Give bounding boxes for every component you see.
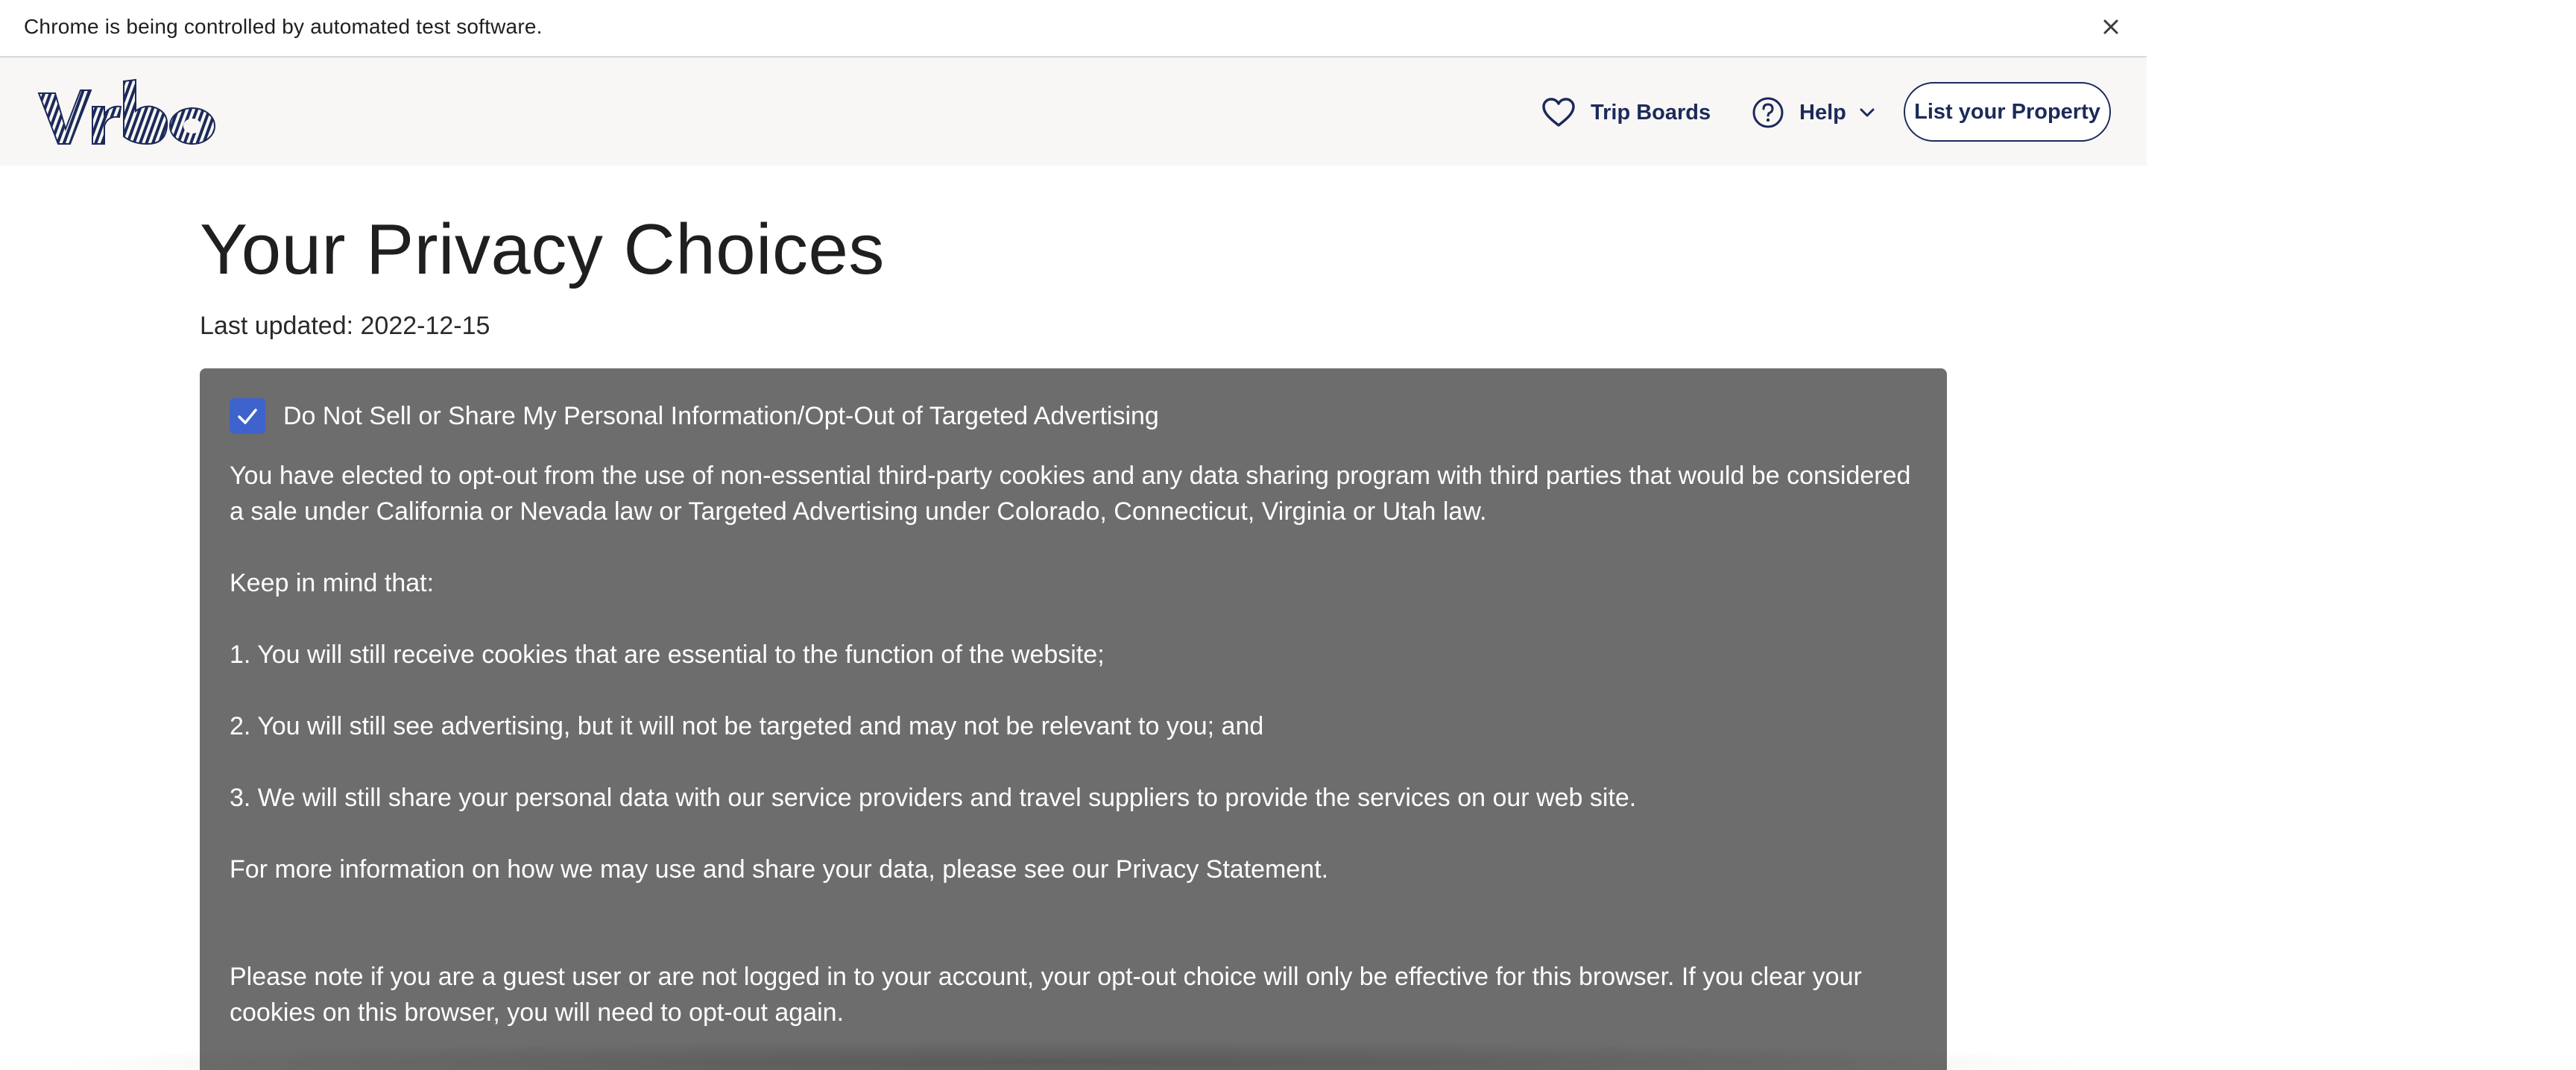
more-information-text: For more information on how we may use a… (230, 852, 1914, 887)
note-item-2: 2. You will still see advertising, but i… (230, 712, 1264, 740)
note-item-1: 1. You will still receive cookies that a… (230, 641, 1105, 669)
opt-out-checkbox-label: Do Not Sell or Share My Personal Informa… (283, 401, 1159, 430)
list-your-property-button[interactable]: List your Property (1904, 82, 2111, 142)
infobar-message: Chrome is being controlled by automated … (24, 15, 543, 38)
opt-out-description: You have elected to opt-out from the use… (230, 462, 1911, 526)
chevron-down-icon (1860, 108, 1875, 117)
help-icon (1752, 97, 1784, 128)
guest-user-note: Please note if you are a guest user or a… (230, 963, 1862, 1027)
window-bottom-shadow (45, 1040, 2102, 1070)
automation-infobar: Chrome is being controlled by automated … (0, 0, 2147, 57)
trip-boards-link[interactable]: Trip Boards (1541, 89, 1711, 136)
help-label: Help (1799, 100, 1846, 125)
last-updated: Last updated: 2022-12-15 (200, 312, 490, 340)
note-item-3: 3. We will still share your personal dat… (230, 784, 1637, 812)
site-header: Trip Boards Help (0, 59, 2147, 166)
privacy-opt-out-panel: Do Not Sell or Share My Personal Informa… (200, 368, 1947, 1070)
opt-out-checkbox[interactable] (230, 398, 265, 434)
browser-window: Chrome is being controlled by automated … (0, 0, 2147, 1070)
more-info-suffix: . (1321, 855, 1329, 884)
heart-icon (1542, 98, 1575, 127)
trip-boards-label: Trip Boards (1591, 100, 1711, 125)
vrbo-logo[interactable] (36, 77, 219, 148)
checkmark-icon (238, 409, 257, 424)
opt-out-checkbox-row[interactable]: Do Not Sell or Share My Personal Informa… (230, 398, 1159, 434)
more-info-prefix: For more information on how we may use a… (230, 855, 1116, 884)
keep-in-mind-heading: Keep in mind that: (230, 569, 435, 597)
help-menu[interactable]: Help (1752, 89, 1876, 136)
privacy-statement-link[interactable]: Privacy Statement (1116, 855, 1322, 884)
close-icon[interactable] (2096, 12, 2126, 42)
page-title: Your Privacy Choices (200, 210, 885, 289)
